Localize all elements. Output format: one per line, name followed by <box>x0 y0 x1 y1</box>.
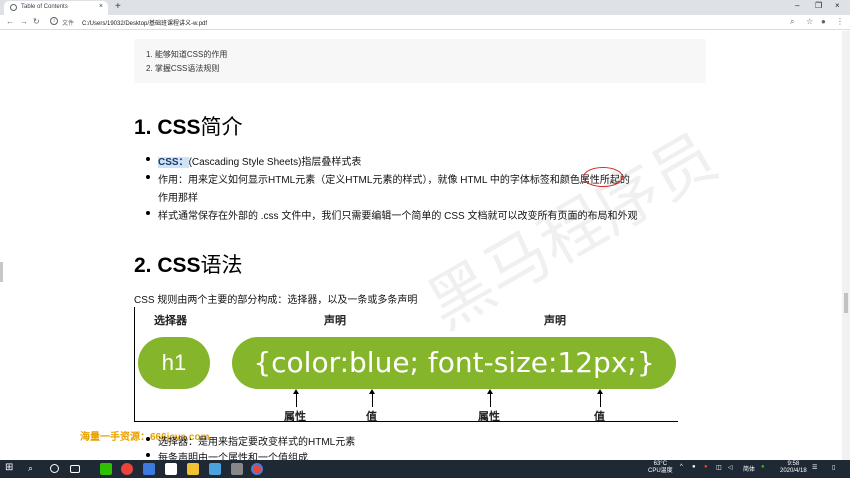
pen-annotation-circle <box>583 167 623 187</box>
weather-widget[interactable]: 63°C CPU温度 <box>648 461 673 475</box>
chrome-icon[interactable] <box>121 463 133 475</box>
bullet-icon <box>146 211 150 215</box>
list-item-text: 样式通常保存在外部的 .css 文件中，我们只需要编辑一个简单的 CSS 文档就… <box>158 211 638 222</box>
reload-icon[interactable]: ↻ <box>33 17 40 26</box>
section-heading: 2. CSS语法 <box>134 249 243 279</box>
property-label: 属性 <box>478 411 500 423</box>
list-item-text: 每条声明由一个属性和一个值组成 <box>158 453 308 460</box>
list-item-text: 作用那样 <box>158 193 198 204</box>
back-arrow-icon[interactable]: ← <box>6 17 14 26</box>
chrome-active-icon[interactable] <box>251 463 263 475</box>
ime-indicator[interactable]: 简体 <box>743 464 755 473</box>
app-icon[interactable] <box>143 463 155 475</box>
address-scheme-label: 文件 <box>62 21 75 27</box>
temperature-label: CPU温度 <box>648 468 673 474</box>
objective-item: 2. 掌握CSS语法规则 <box>146 64 220 73</box>
windows-taskbar: ⊞ ⌕ 63°C CPU温度 ^ ● ● ◫ ◁ 简体 ● 9:58 2020/… <box>0 460 850 478</box>
diagram-axis-left <box>134 307 135 422</box>
clock-time: 9:58 <box>787 461 800 467</box>
network-icon[interactable]: ◫ <box>716 464 722 471</box>
windows-start-icon[interactable]: ⊞ <box>5 462 17 474</box>
list-item-text: 选择器：是用来指定要改变样式的HTML元素 <box>158 437 356 448</box>
bullet-icon <box>146 453 150 457</box>
search-icon[interactable]: ⌕ <box>28 463 40 475</box>
zoom-icon[interactable]: ⌕ <box>790 17 794 27</box>
tray-icon[interactable]: ● <box>692 464 696 470</box>
objective-item: 1. 能够知道CSS的作用 <box>146 50 228 59</box>
temperature: 63°C <box>653 461 668 467</box>
section-title: 语法 <box>200 254 243 277</box>
selector-pill: h1 <box>138 337 210 389</box>
up-arrow-icon <box>597 389 603 407</box>
wechat-tray-icon[interactable]: ● <box>761 464 765 470</box>
value-label: 值 <box>366 411 377 423</box>
selector-label: 选择器 <box>154 315 187 327</box>
value-label: 值 <box>594 411 605 423</box>
forward-arrow-icon[interactable]: → <box>20 17 28 26</box>
up-arrow-icon <box>293 389 299 407</box>
section-title: 简介 <box>200 116 243 139</box>
property-label: 属性 <box>284 411 306 423</box>
section-number: 1. CSS <box>134 116 201 139</box>
maximize-button[interactable]: ❐ <box>815 1 822 10</box>
notification-icon[interactable]: ☰ <box>812 464 817 471</box>
window-close-button[interactable]: × <box>835 1 840 10</box>
app-icon[interactable] <box>165 463 177 475</box>
tray-chevron-icon[interactable]: ^ <box>680 464 683 470</box>
declaration-label: 声明 <box>324 315 346 327</box>
minimize-button[interactable]: – <box>795 1 799 10</box>
bullet-icon <box>146 175 150 179</box>
list-item-text: (Cascading Style Sheets)指层叠样式表 <box>188 157 362 168</box>
info-icon[interactable]: i <box>50 17 58 25</box>
tab-bar: Table of Contents × + – ❐ × <box>0 0 850 15</box>
volume-icon[interactable]: ◁ <box>728 464 733 471</box>
cortana-icon[interactable] <box>50 464 59 473</box>
app-icon[interactable] <box>231 463 243 475</box>
section-heading: 1. CSS简介 <box>134 111 243 141</box>
declaration-pill: {color:blue; font-size:12px;} <box>232 337 676 389</box>
declaration-label: 声明 <box>544 315 566 327</box>
tray-icon[interactable]: ● <box>704 464 708 470</box>
browser-toolbar: ← → ↻ i 文件 C:/Users/19032/Desktop/基础班课程讲… <box>0 15 850 30</box>
address-bar[interactable]: i 文件 C:/Users/19032/Desktop/基础班课程讲义-w.pd… <box>48 16 818 29</box>
section-number: 2. CSS <box>134 254 201 277</box>
pdf-viewport[interactable]: 黑马程序员 1. 能够知道CSS的作用 2. 掌握CSS语法规则 1. CSS简… <box>0 31 850 460</box>
highlighted-term: CSS： <box>158 157 189 168</box>
up-arrow-icon <box>487 389 493 407</box>
wechat-icon[interactable] <box>100 463 112 475</box>
syntax-intro: CSS 规则由两个主要的部分构成：选择器，以及一条或多条声明 <box>134 295 418 306</box>
tab-active[interactable]: Table of Contents × <box>4 1 108 15</box>
profile-icon[interactable]: ● <box>821 17 826 26</box>
task-view-icon[interactable] <box>70 465 80 473</box>
system-clock[interactable]: 9:58 2020/4/18 <box>780 461 807 475</box>
vertical-scrollbar[interactable] <box>842 31 850 460</box>
tab-close-icon[interactable]: × <box>99 3 103 10</box>
left-edge-handle <box>0 262 3 282</box>
show-desktop-icon[interactable]: ▯ <box>832 464 835 471</box>
menu-kebab-icon[interactable]: ⋮ <box>836 17 844 26</box>
scrollbar-thumb[interactable] <box>844 293 848 313</box>
up-arrow-icon <box>369 389 375 407</box>
clock-date: 2020/4/18 <box>780 468 807 474</box>
file-explorer-icon[interactable] <box>187 463 199 475</box>
bullet-icon <box>146 437 150 441</box>
bullet-icon <box>146 157 150 161</box>
objectives-box: 1. 能够知道CSS的作用 2. 掌握CSS语法规则 <box>134 39 706 83</box>
globe-icon <box>10 4 17 11</box>
bookmark-star-icon[interactable]: ☆ <box>806 17 813 26</box>
css-syntax-diagram: 选择器 声明 声明 h1 {color:blue; font-size:12px… <box>134 307 678 423</box>
app-icon[interactable] <box>209 463 221 475</box>
tab-title: Table of Contents <box>21 4 68 10</box>
new-tab-button[interactable]: + <box>115 1 121 12</box>
list-item-text: 作用：用来定义如何显示HTML元素（定义HTML元素的样式），就像 HTML 中… <box>158 175 630 186</box>
url-text[interactable]: C:/Users/19032/Desktop/基础班课程讲义-w.pdf <box>82 18 207 27</box>
